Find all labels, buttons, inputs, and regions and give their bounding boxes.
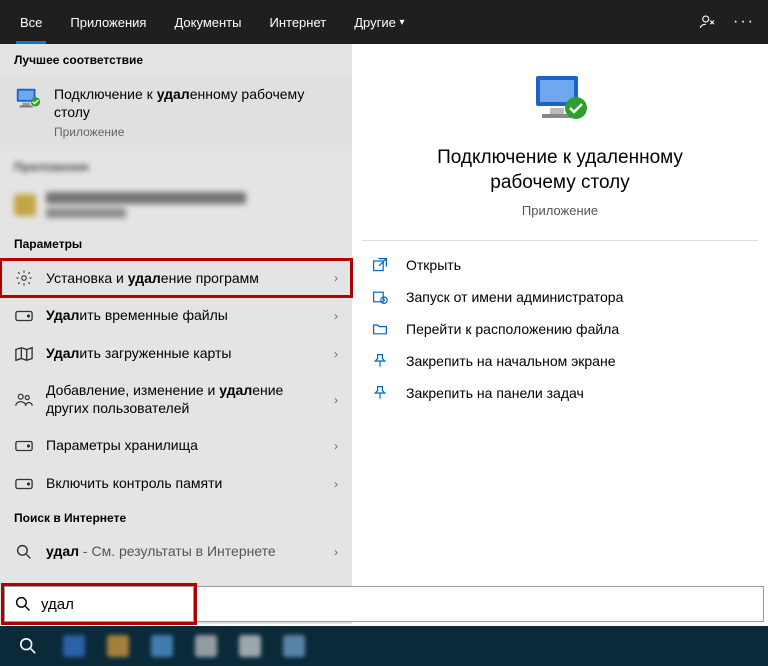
action-label: Запуск от имени администратора [406, 289, 623, 305]
blurred-app-result [0, 182, 352, 228]
pin-icon [370, 385, 390, 401]
tab-internet[interactable]: Интернет [255, 0, 340, 44]
action-run-admin[interactable]: Запуск от имени администратора [362, 281, 758, 313]
tab-other[interactable]: Другие ▾ [340, 0, 418, 44]
settings-item-label: Включить контроль памяти [46, 475, 322, 493]
settings-item-manage-users[interactable]: Добавление, изменение и удаление других … [0, 372, 352, 427]
action-pin-start[interactable]: Закрепить на начальном экране [362, 345, 758, 377]
tab-apps[interactable]: Приложения [56, 0, 160, 44]
detail-subtitle: Приложение [362, 203, 758, 218]
taskbar-search-button[interactable] [6, 626, 50, 666]
settings-item-label: Удалить загруженные карты [46, 345, 322, 363]
feedback-icon[interactable] [690, 13, 726, 31]
results-panel: Лучшее соответствие Подключение к удален… [0, 44, 352, 624]
settings-item-uninstall-programs[interactable]: Установка и удаление программ › [0, 259, 352, 297]
storage-icon [14, 477, 34, 491]
search-icon [14, 544, 34, 560]
tab-documents[interactable]: Документы [160, 0, 255, 44]
action-label: Закрепить на панели задач [406, 385, 584, 401]
settings-item-label: Добавление, изменение и удаление других … [46, 382, 322, 417]
search-input[interactable] [41, 596, 240, 613]
settings-item-storage-sense[interactable]: Включить контроль памяти › [0, 465, 352, 503]
chevron-right-icon: › [334, 393, 338, 407]
settings-item-label: Удалить временные файлы [46, 307, 322, 325]
rdp-icon [14, 85, 42, 113]
section-apps-blurred: Приложения [0, 151, 352, 182]
pin-icon [370, 353, 390, 369]
admin-icon [370, 289, 390, 305]
gear-icon [14, 269, 34, 287]
detail-app-icon [362, 72, 758, 128]
taskbar-app-icon[interactable] [98, 626, 138, 666]
section-settings: Параметры [0, 228, 352, 259]
settings-item-delete-temp[interactable]: Удалить временные файлы › [0, 297, 352, 335]
chevron-right-icon: › [334, 309, 338, 323]
open-icon [370, 257, 390, 273]
section-web-search: Поиск в Интернете [0, 502, 352, 533]
web-search-item[interactable]: удал - См. результаты в Интернете › [0, 533, 352, 571]
taskbar-app-icon[interactable] [54, 626, 94, 666]
taskbar-app-icon[interactable] [274, 626, 314, 666]
settings-item-delete-maps[interactable]: Удалить загруженные карты › [0, 335, 352, 373]
settings-item-storage-settings[interactable]: Параметры хранилища › [0, 427, 352, 465]
action-label: Закрепить на начальном экране [406, 353, 616, 369]
taskbar [0, 626, 768, 666]
chevron-right-icon: › [334, 271, 338, 285]
taskbar-app-icon[interactable] [142, 626, 182, 666]
tab-all[interactable]: Все [6, 0, 56, 44]
chevron-right-icon: › [334, 439, 338, 453]
web-search-label: удал - См. результаты в Интернете [46, 543, 322, 561]
map-icon [14, 346, 34, 362]
detail-panel: Подключение к удаленному рабочему столу … [352, 44, 768, 624]
detail-title: Подключение к удаленному рабочему столу [362, 146, 758, 195]
search-icon [15, 596, 31, 612]
taskbar-app-icon[interactable] [186, 626, 226, 666]
action-open[interactable]: Открыть [362, 249, 758, 281]
search-tabs: Все Приложения Документы Интернет Другие… [0, 0, 768, 44]
action-file-location[interactable]: Перейти к расположению файла [362, 313, 758, 345]
divider [362, 240, 758, 241]
storage-icon [14, 439, 34, 453]
storage-icon [14, 309, 34, 323]
settings-list: Установка и удаление программ › Удалить … [0, 259, 352, 502]
tab-other-label: Другие [354, 15, 396, 30]
action-label: Перейти к расположению файла [406, 321, 619, 337]
more-icon[interactable]: ··· [726, 13, 762, 31]
best-match-item[interactable]: Подключение к удаленному рабочему столу … [0, 75, 352, 151]
people-icon [14, 392, 34, 408]
taskbar-app-icon[interactable] [230, 626, 270, 666]
search-bar[interactable] [4, 586, 194, 622]
chevron-right-icon: › [334, 545, 338, 559]
settings-item-label: Установка и удаление программ [46, 270, 322, 288]
action-label: Открыть [406, 257, 461, 273]
action-pin-taskbar[interactable]: Закрепить на панели задач [362, 377, 758, 409]
settings-item-label: Параметры хранилища [46, 437, 322, 455]
chevron-right-icon: › [334, 477, 338, 491]
best-match-title: Подключение к удаленному рабочему столу [54, 85, 338, 121]
best-match-subtitle: Приложение [54, 125, 338, 139]
chevron-right-icon: › [334, 347, 338, 361]
section-best-match: Лучшее соответствие [0, 44, 352, 75]
chevron-down-icon: ▾ [399, 17, 404, 28]
folder-icon [370, 321, 390, 337]
